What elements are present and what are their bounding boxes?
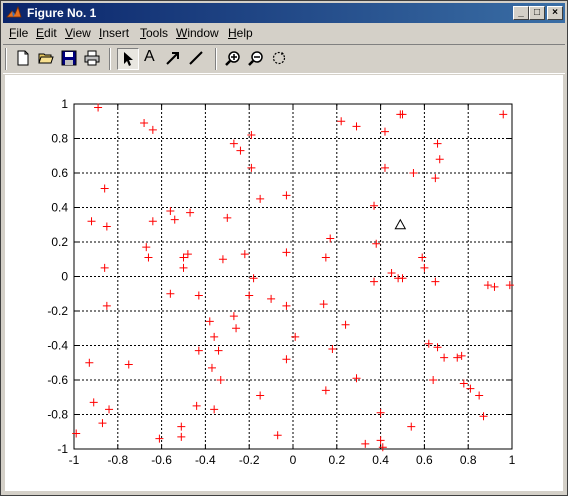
y-tick-label: 1 — [61, 97, 68, 111]
y-tick-label: 0.4 — [51, 201, 68, 215]
x-tick-label: -0.6 — [151, 453, 172, 467]
open-file-icon — [38, 53, 54, 64]
toolbar-separator — [215, 48, 217, 70]
insert-text-icon: A — [144, 48, 155, 65]
zoom-in-button[interactable] — [223, 48, 245, 70]
save-icon — [61, 50, 77, 66]
x-tick-label: 0 — [290, 453, 297, 467]
insert-line-button[interactable] — [186, 48, 208, 70]
window-title: Figure No. 1 — [27, 6, 97, 20]
menu-edit[interactable]: Edit — [36, 26, 57, 40]
x-tick-label: -0.4 — [195, 453, 216, 467]
x-tick-label: -0.8 — [107, 453, 128, 467]
print-button[interactable] — [82, 48, 104, 70]
menu-bar: File Edit View Insert Tools Window Help — [3, 24, 565, 42]
insert-text-button[interactable]: A — [140, 48, 162, 70]
zoom-out-icon — [248, 51, 263, 66]
save-button[interactable] — [59, 48, 81, 70]
x-tick-label: 0.8 — [460, 453, 477, 467]
figure-canvas[interactable]: -1 -0.8 -0.6 -0.4 -0.2 0 0.2 0.4 0.6 0.8 1 1 0.8 0.6 0… — [5, 75, 563, 491]
insert-line-icon — [189, 51, 203, 65]
menu-insert[interactable]: Insert — [99, 26, 129, 40]
edit-plot-button[interactable] — [117, 48, 139, 70]
zoom-in-icon — [225, 51, 240, 66]
new-figure-icon — [17, 50, 29, 66]
zoom-out-button[interactable] — [246, 48, 268, 70]
y-tick-label: -0.4 — [47, 339, 68, 353]
x-tick-label: 1 — [509, 453, 516, 467]
y-tick-label: 0 — [61, 270, 68, 284]
y-tick-label: -0.8 — [47, 408, 68, 422]
y-tick-label: 0.2 — [51, 235, 68, 249]
rotate-3d-icon — [272, 51, 286, 65]
title-bar[interactable]: Figure No. 1 _ □ × — [3, 3, 565, 23]
toolbar-separator — [109, 48, 111, 70]
x-tick-label: 0.2 — [328, 453, 345, 467]
open-file-button[interactable] — [36, 48, 58, 70]
toolbar: A — [3, 44, 565, 74]
maximize-button[interactable]: □ — [529, 6, 545, 20]
new-figure-button[interactable] — [13, 48, 35, 70]
scatter-plot[interactable]: -1 -0.8 -0.6 -0.4 -0.2 0 0.2 0.4 0.6 0.8 1 1 0.8 0.6 0… — [5, 75, 563, 491]
y-tick-label: -1 — [57, 442, 68, 456]
x-tick-label: -1 — [69, 453, 80, 467]
insert-arrow-button[interactable] — [163, 48, 185, 70]
x-tick-label: -0.2 — [239, 453, 260, 467]
insert-arrow-icon — [166, 52, 179, 65]
menu-tools[interactable]: Tools — [140, 26, 168, 40]
menu-window[interactable]: Window — [176, 26, 219, 40]
y-tick-label: 0.8 — [51, 132, 68, 146]
edit-plot-arrow-icon — [124, 52, 133, 66]
menu-file[interactable]: File — [9, 26, 28, 40]
x-tick-label: 0.4 — [372, 453, 389, 467]
toolbar-grip — [5, 48, 7, 70]
menu-help[interactable]: Help — [228, 26, 253, 40]
rotate-3d-button[interactable] — [269, 48, 291, 70]
y-tick-label: 0.6 — [51, 166, 68, 180]
print-icon — [84, 50, 100, 66]
menu-view[interactable]: View — [65, 26, 91, 40]
y-tick-label: -0.6 — [47, 373, 68, 387]
minimize-button[interactable]: _ — [513, 6, 529, 20]
figure-window: Figure No. 1 _ □ × File Edit View Insert Too… — [0, 0, 568, 496]
y-tick-label: -0.2 — [47, 304, 68, 318]
x-tick-label: 0.6 — [416, 453, 433, 467]
matlab-logo-icon — [6, 5, 22, 18]
close-button[interactable]: × — [547, 6, 563, 20]
